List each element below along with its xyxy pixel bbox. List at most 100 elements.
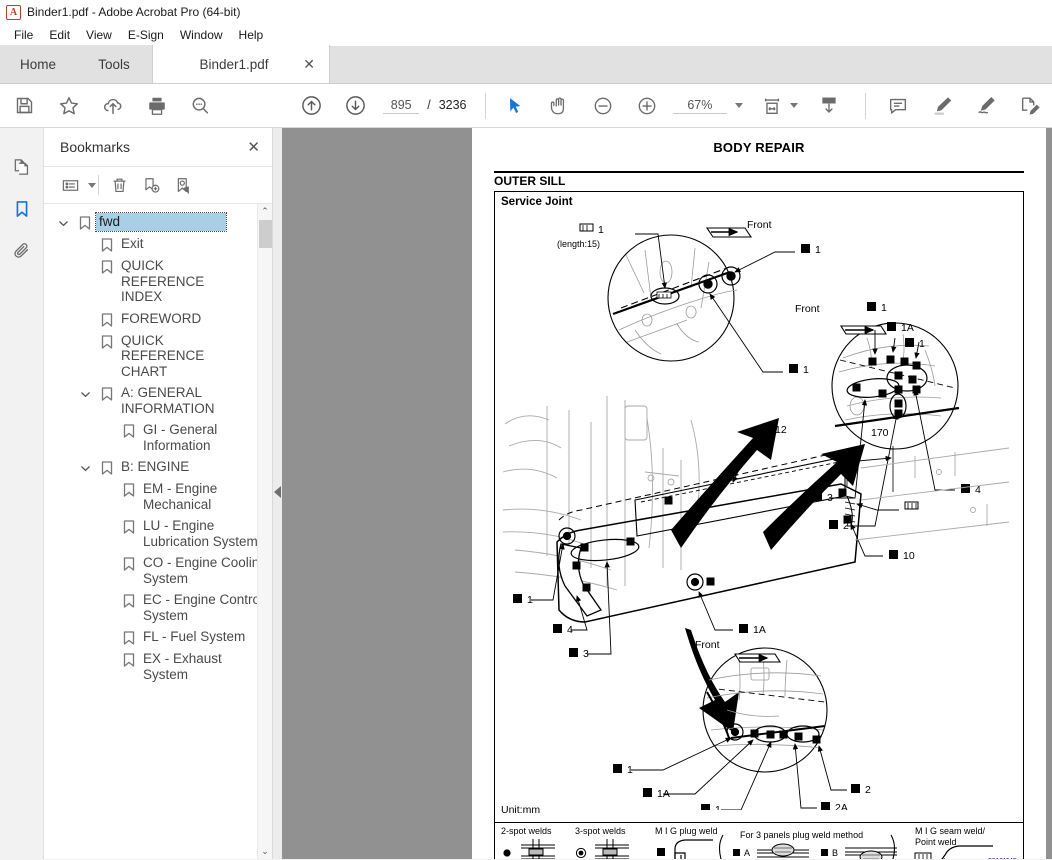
legend-art-a	[757, 843, 809, 858]
bookmark-item[interactable]: FL - Fuel System	[44, 626, 272, 648]
bookmarks-toolbar-divider	[98, 175, 99, 195]
callout-main-1: 1	[527, 594, 533, 606]
bookmark-icon	[118, 554, 140, 572]
callout-b-2: 2	[865, 784, 871, 796]
tab-tools[interactable]: Tools	[76, 45, 152, 83]
fit-options-chevron-down-icon[interactable]	[789, 103, 798, 108]
new-bookmark-icon[interactable]	[137, 172, 165, 198]
bookmark-item[interactable]: EM - Engine Mechanical	[44, 478, 272, 515]
legend-marker-dot-in-circle	[575, 847, 587, 859]
callout-tl-1b: 1	[803, 364, 809, 376]
page-number-input[interactable]: 895	[383, 98, 420, 114]
chevron-down-icon[interactable]	[74, 384, 96, 400]
tab-home[interactable]: Home	[0, 45, 76, 83]
bookmark-item[interactable]: Exit	[44, 233, 272, 255]
label-front-top-left: Front	[747, 219, 772, 231]
bookmark-item[interactable]: QUICK REFERENCE CHART	[44, 330, 272, 383]
attachments-icon[interactable]	[5, 230, 39, 272]
pdf-page: BODY REPAIR OUTER SILL Service Joint 1 (…	[472, 128, 1046, 859]
legend-label-seam-line2: Point weld	[915, 837, 957, 847]
bookmark-item[interactable]: EX - Exhaust System	[44, 648, 272, 685]
bookmark-label: CO - Engine Cooling System	[143, 555, 267, 586]
bookmarks-tree[interactable]: fwd Exit QUICK REFERENCE INDEX FOREWORD QUIC…	[44, 204, 272, 859]
fill-and-sign-icon[interactable]	[1015, 90, 1045, 122]
find-bookmark-icon[interactable]	[169, 172, 197, 198]
callout-main-4: 4	[567, 624, 573, 636]
bookmark-icon	[96, 458, 118, 476]
next-page-button[interactable]	[340, 90, 370, 122]
close-icon[interactable]: ✕	[247, 138, 260, 156]
panel-splitter[interactable]	[273, 128, 282, 859]
menu-item-window[interactable]: Window	[172, 26, 231, 44]
bookmarks-panel-header: Bookmarks ✕	[44, 128, 272, 166]
comment-icon[interactable]	[884, 90, 914, 122]
legend-art-2-spot	[521, 839, 555, 859]
save-icon[interactable]	[10, 90, 40, 122]
twisty-placeholder	[96, 480, 118, 485]
menu-item-help[interactable]: Help	[231, 26, 272, 44]
header-rule	[494, 171, 1024, 173]
tab-home-label: Home	[19, 56, 56, 72]
bookmark-item[interactable]: QUICK REFERENCE INDEX	[44, 255, 272, 308]
twisty-placeholder	[96, 554, 118, 559]
scrollbar-thumb[interactable]	[259, 220, 272, 248]
highlighter-icon[interactable]	[927, 90, 957, 122]
bookmark-item[interactable]: B: ENGINE	[44, 456, 272, 478]
legend-art-seam	[941, 845, 993, 859]
previous-page-button[interactable]	[296, 90, 326, 122]
detail-bottom-labels: Front 1 1A 1 2A 2	[613, 639, 871, 810]
menu-item-esign[interactable]: E-Sign	[120, 26, 172, 44]
menu-item-file[interactable]: File	[6, 26, 41, 44]
bookmark-options-icon[interactable]	[56, 172, 84, 198]
tab-document[interactable]: Binder1.pdf ✕	[152, 45, 330, 83]
zoom-level-control[interactable]: 67%	[672, 98, 743, 114]
close-icon[interactable]: ✕	[303, 57, 315, 71]
bookmark-icon	[118, 421, 140, 439]
twisty-placeholder	[96, 591, 118, 596]
zoom-level-value[interactable]: 67%	[672, 98, 727, 114]
scroll-mode-button[interactable]	[814, 90, 844, 122]
upload-cloud-icon[interactable]	[98, 90, 128, 122]
legend-label-2-spot: 2-spot welds	[501, 826, 552, 836]
delete-bookmark-icon[interactable]	[105, 172, 133, 198]
callout-tr-1b: 1	[919, 338, 925, 350]
bookmark-options-chevron-down-icon[interactable]	[88, 182, 96, 188]
hand-tool-button[interactable]	[544, 90, 574, 122]
twisty-placeholder	[96, 650, 118, 655]
bookmark-label: GI - General Information	[143, 422, 218, 453]
legend-marker-seam-symbol	[914, 852, 932, 859]
chevron-down-icon[interactable]	[734, 103, 743, 108]
bookmark-label: A: GENERAL INFORMATION	[121, 385, 215, 416]
legend-marker-a	[733, 849, 740, 856]
bookmark-item[interactable]: LU - Engine Lubrication System	[44, 515, 272, 552]
chevron-down-icon[interactable]	[52, 213, 74, 229]
search-icon[interactable]	[185, 90, 215, 122]
bookmark-item[interactable]: fwd	[44, 211, 272, 233]
print-icon[interactable]	[142, 90, 172, 122]
bookmark-item[interactable]: FOREWORD	[44, 308, 272, 330]
zoom-in-button[interactable]	[632, 90, 662, 122]
collapse-panel-handle-icon[interactable]	[274, 486, 281, 498]
pen-draw-icon[interactable]	[971, 90, 1001, 122]
bookmarks-icon[interactable]	[5, 188, 39, 230]
bookmark-item[interactable]: GI - General Information	[44, 419, 272, 456]
zoom-out-button[interactable]	[588, 90, 618, 122]
scroll-down-arrow[interactable]: ⌄	[258, 844, 272, 859]
bookmark-item[interactable]: CO - Engine Cooling System	[44, 552, 272, 589]
tab-document-label: Binder1.pdf	[199, 56, 269, 72]
chevron-down-icon[interactable]	[74, 458, 96, 474]
page-total: 3236	[438, 97, 467, 112]
fit-width-button[interactable]	[757, 90, 787, 122]
star-icon[interactable]	[54, 90, 84, 122]
bookmark-item[interactable]: A: GENERAL INFORMATION	[44, 382, 272, 419]
bookmark-item[interactable]: EC - Engine Control System	[44, 589, 272, 626]
menu-item-edit[interactable]: Edit	[41, 26, 78, 44]
bookmarks-scrollbar[interactable]: ⌃ ⌄	[257, 204, 272, 859]
document-viewer[interactable]: BODY REPAIR OUTER SILL Service Joint 1 (…	[282, 128, 1052, 859]
legend-art-mig-plug	[674, 839, 713, 859]
select-tool-button[interactable]	[500, 90, 530, 122]
menu-item-view[interactable]: View	[78, 26, 120, 44]
scroll-up-arrow[interactable]: ⌃	[258, 204, 272, 219]
page-thumbnails-icon[interactable]	[5, 146, 39, 188]
detail-top-right-labels: Front 1 1A 1 3 2 4	[795, 302, 981, 532]
